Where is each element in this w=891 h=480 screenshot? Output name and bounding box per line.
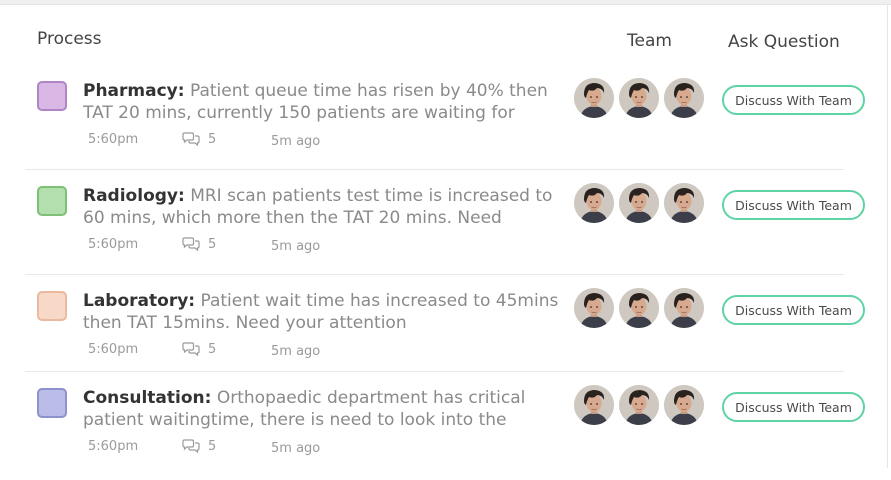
- avatar-portrait-icon: [574, 385, 614, 425]
- avatar-portrait-icon: [574, 78, 614, 118]
- process-color-indicator: [37, 81, 67, 111]
- discuss-with-team-button[interactable]: Discuss With Team: [722, 295, 865, 325]
- process-column-header: Process: [37, 29, 102, 49]
- team-member-avatar[interactable]: [664, 385, 704, 425]
- team-member-avatar[interactable]: [664, 183, 704, 223]
- avatar-portrait-icon: [574, 288, 614, 328]
- avatar-portrait-icon: [664, 78, 704, 118]
- comment-count[interactable]: 5: [181, 132, 216, 147]
- team-member-avatar[interactable]: [619, 183, 659, 223]
- department-name: Radiology:: [83, 186, 185, 206]
- message-time: 5:60pm: [88, 237, 139, 252]
- comment-count-value: 5: [208, 237, 217, 252]
- process-message: Laboratory: Patient wait time has increa…: [83, 290, 573, 334]
- row-divider: [25, 274, 844, 275]
- department-name: Consultation:: [83, 388, 212, 408]
- avatar-portrait-icon: [619, 385, 659, 425]
- relative-time: 5m ago: [271, 239, 321, 254]
- comments-icon: [182, 132, 200, 147]
- process-message: Consultation: Orthopaedic department has…: [83, 387, 573, 431]
- process-color-indicator: [37, 388, 67, 418]
- message-time: 5:60pm: [88, 439, 139, 454]
- process-row: Consultation: Orthopaedic department has…: [0, 371, 891, 480]
- team-member-avatar[interactable]: [619, 78, 659, 118]
- team-avatars: [574, 288, 709, 328]
- comment-count-value: 5: [208, 439, 217, 454]
- comments-icon: [182, 342, 200, 357]
- comment-count[interactable]: 5: [181, 237, 216, 252]
- team-member-avatar[interactable]: [574, 288, 614, 328]
- comment-count[interactable]: 5: [181, 439, 216, 454]
- relative-time: 5m ago: [271, 344, 321, 359]
- team-member-avatar[interactable]: [574, 183, 614, 223]
- avatar-portrait-icon: [619, 183, 659, 223]
- avatar-portrait-icon: [664, 385, 704, 425]
- relative-time: 5m ago: [271, 134, 321, 149]
- discuss-with-team-button[interactable]: Discuss With Team: [722, 190, 865, 220]
- process-row: Laboratory: Patient wait time has increa…: [0, 274, 891, 383]
- team-avatars: [574, 183, 709, 223]
- message-time: 5:60pm: [88, 132, 139, 147]
- avatar-portrait-icon: [664, 288, 704, 328]
- avatar-portrait-icon: [664, 183, 704, 223]
- team-member-avatar[interactable]: [574, 385, 614, 425]
- row-divider: [25, 371, 844, 372]
- comment-count-value: 5: [208, 342, 217, 357]
- discuss-with-team-button[interactable]: Discuss With Team: [722, 392, 865, 422]
- row-divider: [25, 169, 844, 170]
- team-member-avatar[interactable]: [619, 385, 659, 425]
- comment-count-value: 5: [208, 132, 217, 147]
- team-member-avatar[interactable]: [664, 78, 704, 118]
- avatar-portrait-icon: [574, 183, 614, 223]
- process-row: Pharmacy: Patient queue time has risen b…: [0, 69, 891, 173]
- team-column-header: Team: [627, 31, 672, 51]
- comments-icon: [182, 237, 200, 252]
- avatar-portrait-icon: [619, 288, 659, 328]
- team-member-avatar[interactable]: [619, 288, 659, 328]
- comments-icon: [182, 439, 200, 454]
- process-message: Pharmacy: Patient queue time has risen b…: [83, 80, 573, 124]
- department-name: Pharmacy:: [83, 81, 185, 101]
- process-message: Radiology: MRI scan patients test time i…: [83, 185, 573, 229]
- team-member-avatar[interactable]: [574, 78, 614, 118]
- ask-question-column-header: Ask Question: [728, 32, 840, 52]
- panel-top-edge: [0, 0, 891, 5]
- department-name: Laboratory:: [83, 291, 196, 311]
- process-color-indicator: [37, 291, 67, 321]
- team-avatars: [574, 78, 709, 118]
- relative-time: 5m ago: [271, 441, 321, 456]
- message-time: 5:60pm: [88, 342, 139, 357]
- process-row: Radiology: MRI scan patients test time i…: [0, 169, 891, 278]
- comment-count[interactable]: 5: [181, 342, 216, 357]
- discuss-with-team-button[interactable]: Discuss With Team: [722, 85, 865, 115]
- process-color-indicator: [37, 186, 67, 216]
- team-avatars: [574, 385, 709, 425]
- team-member-avatar[interactable]: [664, 288, 704, 328]
- avatar-portrait-icon: [619, 78, 659, 118]
